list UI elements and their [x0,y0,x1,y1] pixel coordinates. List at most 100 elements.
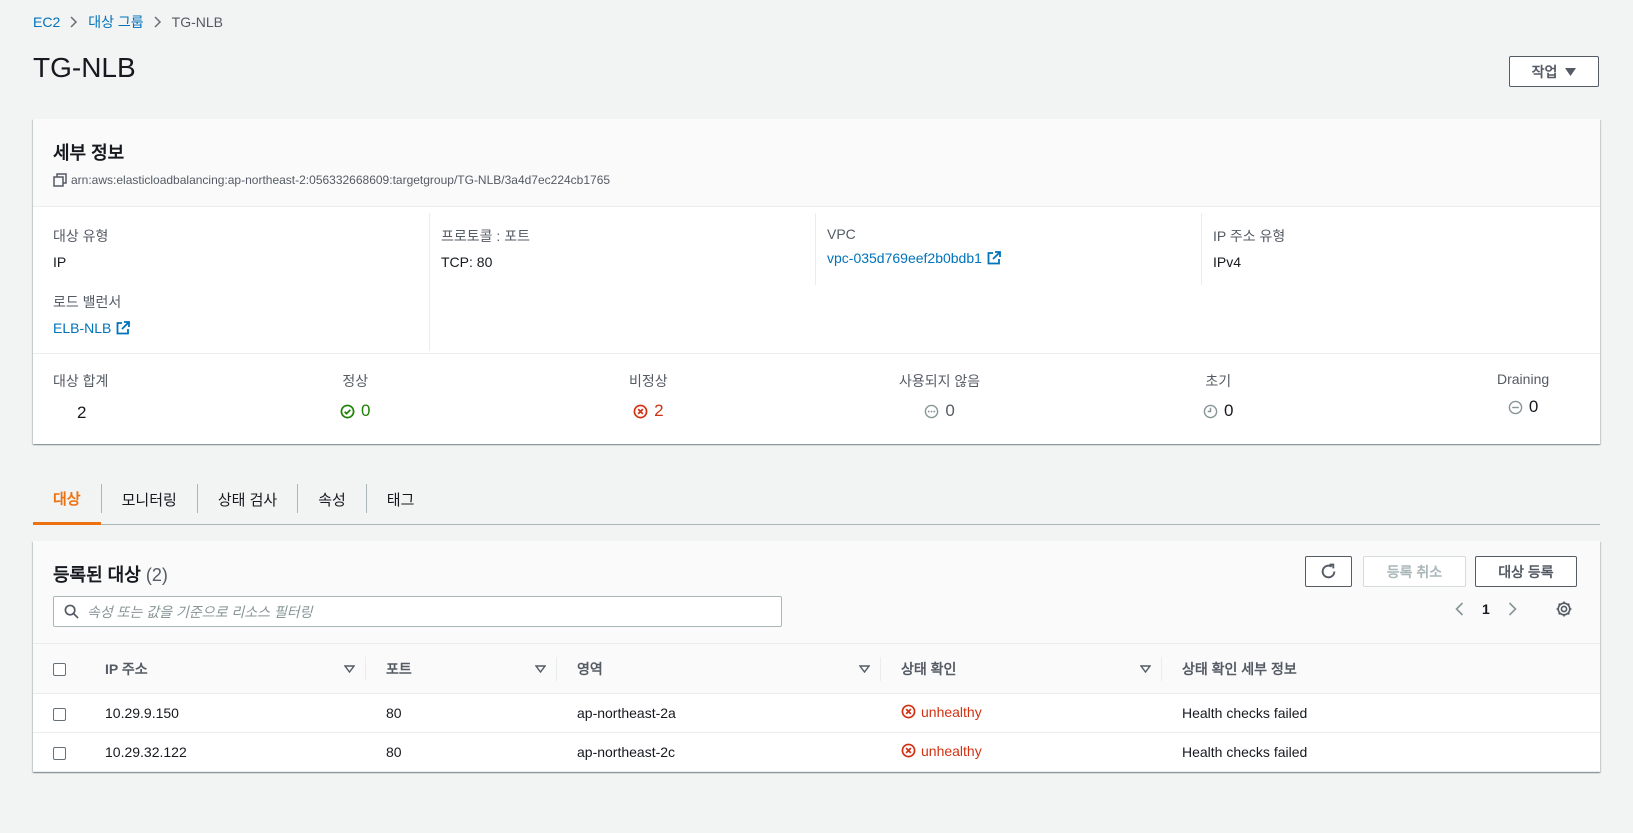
targets-header: 등록된 대상 (2) 등록 취소 대상 등록 1 [33,541,1600,643]
cell-zone: ap-northeast-2a [577,705,676,721]
status-text: unhealthy [921,742,982,759]
table-row[interactable]: 10.29.9.150 80 ap-northeast-2a unhealthy… [33,694,1600,733]
select-all-checkbox[interactable] [53,663,66,677]
vpc-label: VPC [827,226,856,242]
breadcrumb-target-groups[interactable]: 대상 그룹 [88,12,143,32]
search-icon [64,604,79,619]
target-stats: 대상 합계 2 정상 0 비정상 2 사용되지 않음 0 초기 0 Draini… [33,354,1600,444]
ellipsis-circle-icon [925,404,939,418]
stat-unhealthy-value-row: 2 [633,401,664,421]
stat-unhealthy-label: 비정상 [629,373,668,389]
copy-icon[interactable] [53,173,67,187]
stat-draining: Draining 0 [1497,371,1549,417]
actions-button[interactable]: 작업 [1509,56,1599,87]
stat-unhealthy: 비정상 2 [629,371,668,421]
col-health-status[interactable]: 상태 확인 [881,644,1162,694]
minus-circle-icon [1508,400,1523,414]
targets-title-row: 등록된 대상 (2) [53,561,168,587]
gear-icon[interactable] [1555,600,1573,618]
col-ip-address-label: IP 주소 [105,660,148,677]
breadcrumb-current: TG-NLB [171,14,223,30]
stat-healthy-value: 0 [361,401,371,420]
details-column-4: IP 주소 유형 IPv4 [1201,213,1285,285]
cell-health-details: Health checks failed [1182,744,1308,760]
details-column-2: 프로토콜 : 포트 TCP: 80 [429,213,530,351]
row-checkbox[interactable] [53,746,66,760]
col-zone[interactable]: 영역 [557,644,881,694]
details-title: 세부 정보 [53,143,125,163]
stat-initial-value: 0 [1224,401,1234,420]
sort-caret-icon [344,664,355,673]
stat-initial: 초기 0 [1203,371,1233,421]
stat-unused-value-row: 0 [924,401,955,421]
stat-total-label: 대상 합계 [53,373,109,389]
details-column-3: VPC vpc-035d769eef2b0bdb1 [815,213,1001,285]
cell-ip: 10.29.9.150 [105,705,179,721]
stat-unused-value: 0 [945,401,955,420]
targets-count: (2) [145,565,168,585]
stat-total: 대상 합계 2 [53,371,108,423]
deregister-button[interactable]: 등록 취소 [1363,556,1466,587]
stat-draining-label: Draining [1497,371,1550,387]
chevron-right-icon [70,16,78,28]
stat-total-value: 2 [77,403,87,422]
filter-input[interactable] [87,603,747,620]
table-header-row: IP 주소 포트 영역 상태 확인 상태 확인 세부 정보 [33,643,1600,694]
ip-type-value: IPv4 [1213,254,1242,270]
stat-unused-label: 사용되지 않음 [899,373,981,389]
details-header: 세부 정보 arn:aws:elasticloadbalancing:ap-no… [33,119,1600,207]
targets-table: IP 주소 포트 영역 상태 확인 상태 확인 세부 정보 10.29.9.15… [33,643,1600,772]
clock-icon [1203,404,1218,418]
page-number[interactable]: 1 [1482,601,1490,617]
arn-row: arn:aws:elasticloadbalancing:ap-northeas… [53,173,1580,187]
breadcrumb-ec2[interactable]: EC2 [33,14,60,30]
sort-caret-icon [1140,664,1151,673]
stat-draining-value-row: 0 [1508,397,1538,417]
cell-port: 80 [386,744,402,760]
stat-initial-label: 초기 [1205,373,1232,389]
col-ip-address[interactable]: IP 주소 [85,644,366,694]
col-port[interactable]: 포트 [366,644,557,694]
col-health-details-label: 상태 확인 세부 정보 [1182,660,1297,677]
chevron-left-icon[interactable] [1455,602,1464,616]
stat-unused: 사용되지 않음 0 [899,371,980,421]
table-row[interactable]: 10.29.32.122 80 ap-northeast-2c unhealth… [33,733,1600,772]
chevron-right-icon[interactable] [1508,602,1517,616]
cell-ip: 10.29.32.122 [105,744,187,760]
load-balancer-link[interactable]: ELB-NLB [53,320,131,336]
sort-caret-icon [859,664,870,673]
external-link-icon [116,321,131,335]
caret-down-icon [1565,67,1577,76]
tab-tags[interactable]: 태그 [367,474,435,524]
target-type-value: IP [53,254,67,270]
tab-health-checks[interactable]: 상태 검사 [198,474,297,524]
stat-initial-value-row: 0 [1203,401,1233,421]
protocol-value: TCP: 80 [441,254,493,270]
load-balancer-label: 로드 밸런서 [53,294,122,310]
tab-targets[interactable]: 대상 [33,474,101,525]
status-text: unhealthy [921,703,982,720]
cell-health-details: Health checks failed [1182,705,1308,721]
stat-draining-value: 0 [1528,397,1539,416]
tab-attributes[interactable]: 속성 [298,474,366,524]
stat-healthy-label: 정상 [342,373,369,389]
actions-label: 작업 [1531,63,1558,80]
col-zone-label: 영역 [577,660,603,677]
col-port-label: 포트 [386,660,412,677]
vpc-link[interactable]: vpc-035d769eef2b0bdb1 [827,250,1001,266]
select-all-header [33,644,85,694]
details-grid: 대상 유형 IP 로드 밸런서 ELB-NLB 프로토콜 : 포트 TCP: 8… [33,208,1600,354]
details-panel: 세부 정보 arn:aws:elasticloadbalancing:ap-no… [33,119,1600,444]
refresh-icon [1321,563,1336,579]
protocol-label: 프로토콜 : 포트 [441,228,530,244]
error-circle-icon [633,404,648,418]
external-link-icon [987,251,1001,265]
stat-unhealthy-value: 2 [654,401,664,420]
row-checkbox[interactable] [53,707,66,721]
register-targets-button[interactable]: 대상 등록 [1475,556,1577,587]
cell-zone: ap-northeast-2c [577,744,676,760]
error-circle-icon [901,704,916,719]
tab-monitoring[interactable]: 모니터링 [102,474,197,524]
tabs: 대상 모니터링 상태 검사 속성 태그 [33,474,1600,525]
refresh-button[interactable] [1305,556,1352,587]
